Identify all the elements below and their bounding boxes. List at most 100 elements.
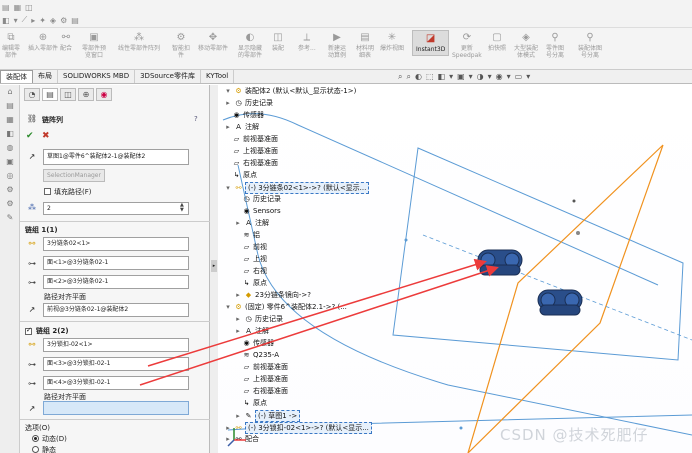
bom-button[interactable]: ▤ 材料明 细表: [356, 32, 374, 59]
diamond-icon[interactable]: ◈: [50, 16, 56, 25]
tree-item[interactable]: ▱ 前视基准面: [232, 134, 278, 144]
new-motion-study-button[interactable]: ▶ 新建运 动算例: [328, 32, 346, 59]
tab-assembly[interactable]: 装配体: [0, 70, 33, 83]
tree-item[interactable]: ◉ Sensors: [242, 206, 280, 216]
tree-item[interactable]: ◷ 历史记录: [242, 194, 281, 204]
update-speedpak-button[interactable]: ⟳ 更新 Speedpak: [452, 32, 482, 59]
tree-item[interactable]: ◉ 传感器: [242, 338, 274, 348]
tree-item[interactable]: ▸ A 注解: [234, 218, 269, 228]
section-view-icon[interactable]: ⬚: [426, 72, 434, 82]
explorer-icon[interactable]: ▦: [3, 115, 17, 127]
gear-icon[interactable]: ⚙: [3, 199, 17, 211]
property-tab[interactable]: ▤: [42, 88, 58, 101]
linear-pattern-button[interactable]: ⁂ 线性零部件阵列: [118, 32, 160, 52]
chain-link-1[interactable]: [477, 249, 523, 276]
tree-item-lock-part[interactable]: ▸ ⚯ (-) 3分锁扣-02<1>->? (默认<显示...: [224, 422, 372, 434]
sketch-icon[interactable]: ✎: [3, 213, 17, 225]
tree-item[interactable]: ≋ Q235-A: [242, 350, 279, 360]
group1-plane-box[interactable]: 前视@3分链条02-1@装配体2: [43, 303, 189, 317]
appearance-icon[interactable]: ◉: [496, 72, 503, 82]
tree-item[interactable]: ▱ 前视: [242, 242, 267, 252]
dropdown-icon[interactable]: ▾: [14, 16, 18, 25]
tree-item-chain-part[interactable]: ▾ ⚯ (-) 3分链条02<1>->? (默认<显示...: [224, 182, 370, 194]
insert-component-button[interactable]: ⊕ 插入零部件: [28, 32, 58, 52]
tree-item[interactable]: ≋ 铝: [242, 230, 260, 240]
tree-item[interactable]: ↳ 原点: [242, 398, 267, 408]
component-preview-button[interactable]: ▣ 零部件预 览窗口: [82, 32, 106, 59]
tree-item[interactable]: ▱ 右视基准面: [232, 158, 278, 168]
grid-icon[interactable]: ▤: [71, 16, 79, 25]
group2-checkbox[interactable]: ✓: [25, 326, 32, 335]
dimxpert-tab[interactable]: ⊕: [78, 88, 94, 101]
assembly-features-button[interactable]: ◫ 装配: [272, 32, 284, 52]
tree-item[interactable]: ▸ ◷ 历史记录: [234, 314, 283, 324]
feature-tree-tab[interactable]: ◔: [24, 88, 40, 101]
tree-item[interactable]: ▱ 前视基准面: [242, 362, 288, 372]
toolbar-icon[interactable]: ◫: [25, 3, 33, 12]
chevron-down-icon[interactable]: ▾: [449, 72, 453, 82]
tree-item[interactable]: ▸ ◷ 历史记录: [224, 98, 273, 108]
panel-splitter[interactable]: ▸: [210, 85, 218, 453]
path-selection-box[interactable]: 草图1@零件6^装配体2-1@装配体2: [43, 149, 189, 165]
large-assembly-button[interactable]: ◈ 大型装配 体模式: [514, 32, 538, 59]
assembly-number-split-button[interactable]: ⚲ 装配体图 号分离: [578, 32, 602, 59]
chevron-down-icon[interactable]: ▾: [469, 72, 473, 82]
toolbar-icon[interactable]: ▦: [14, 3, 22, 12]
count-spinner[interactable]: ▲ ▼: [180, 203, 184, 213]
resources-icon[interactable]: ⌂: [3, 87, 17, 99]
mate-button[interactable]: ⚯ 配合: [60, 32, 72, 52]
group2-plane-box[interactable]: [43, 401, 189, 415]
fill-path-checkbox[interactable]: [44, 188, 51, 195]
arrow-icon[interactable]: ▸: [31, 16, 35, 25]
group1-face1-box[interactable]: 面<1>@3分链条02-1: [43, 256, 189, 270]
group2-face1-box[interactable]: 面<3>@3分锁扣-02-1: [43, 357, 189, 371]
tree-item[interactable]: ▸ A 注解: [224, 122, 259, 132]
config-tab[interactable]: ◫: [60, 88, 76, 101]
zoom-fit-icon[interactable]: ⌕: [398, 72, 402, 82]
library-icon[interactable]: ▤: [3, 101, 17, 113]
part-number-split-button[interactable]: ⚲ 零件图 号分离: [546, 32, 564, 59]
reference-geometry-button[interactable]: ⟂ 参考...: [298, 32, 316, 52]
tree-item[interactable]: ▱ 右视基准面: [242, 386, 288, 396]
tree-item-root[interactable]: ▾ ⚙ 装配体2 (默认<默认_显示状态-1>): [224, 86, 356, 96]
tab-kytool[interactable]: KYTool: [201, 70, 235, 83]
chevron-down-icon[interactable]: ▾: [507, 72, 511, 82]
gear-icon[interactable]: ⚙: [60, 16, 67, 25]
hide-show-icon[interactable]: ◑: [477, 72, 484, 82]
tree-item[interactable]: ↳ 原点: [242, 278, 267, 288]
cancel-button[interactable]: ✖: [42, 131, 50, 141]
snapshot-button[interactable]: ▢ 拍快照: [488, 32, 506, 52]
instant3d-button[interactable]: ◪ Instant3D: [412, 30, 450, 56]
toolbox-icon[interactable]: ⚙: [3, 185, 17, 197]
chain-link-2[interactable]: [537, 289, 583, 316]
group1-face2-box[interactable]: 面<2>@3分链条02-1: [43, 275, 189, 289]
custom-props-icon[interactable]: ▣: [3, 157, 17, 169]
tab-mbd[interactable]: SOLIDWORKS MBD: [58, 70, 136, 83]
group2-pin-box[interactable]: 3分锁扣-02<1>: [43, 338, 189, 352]
sketch-icon[interactable]: ◧: [2, 16, 10, 25]
tree-item[interactable]: ▱ 右视: [242, 266, 267, 276]
forum-icon[interactable]: ◎: [3, 171, 17, 183]
tree-item[interactable]: ▱ 上视基准面: [242, 374, 288, 384]
tree-item-fixed-part[interactable]: ▾ ⚙ (固定) 零件6^装配体2.1->? (...: [224, 302, 347, 312]
smart-fastener-button[interactable]: ⚙ 智能扣件: [172, 32, 190, 59]
chevron-down-icon[interactable]: ▾: [526, 72, 530, 82]
tree-item[interactable]: ▱ 上视: [242, 254, 267, 264]
view-orientation-icon[interactable]: ◧: [438, 72, 446, 82]
edit-part-button[interactable]: ⧉ 编辑零 部件: [2, 32, 20, 59]
tree-item[interactable]: ▸ A 注解: [234, 326, 269, 336]
view-palette-icon[interactable]: ◧: [3, 129, 17, 141]
group2-face2-box[interactable]: 面<4>@3分锁扣-02-1: [43, 376, 189, 390]
toolbar-icon[interactable]: ▤: [2, 3, 10, 12]
instance-count-input[interactable]: 2: [43, 202, 189, 215]
tree-item[interactable]: ▸ ⚯ 配合: [224, 434, 259, 444]
chevron-down-icon[interactable]: ▾: [488, 72, 492, 82]
tree-item[interactable]: ↳ 原点: [232, 170, 257, 180]
show-hidden-button[interactable]: ◐ 显示隐藏 的零部件: [238, 32, 262, 59]
tree-item[interactable]: ◉ 传感器: [232, 110, 264, 120]
display-style-icon[interactable]: ▣: [457, 72, 465, 82]
appearance-icon[interactable]: ◍: [3, 143, 17, 155]
tree-item[interactable]: ▱ 上视基准面: [232, 146, 278, 156]
dynamic-radio[interactable]: [32, 435, 39, 442]
tab-3dsource[interactable]: 3DSource零件库: [135, 70, 201, 83]
